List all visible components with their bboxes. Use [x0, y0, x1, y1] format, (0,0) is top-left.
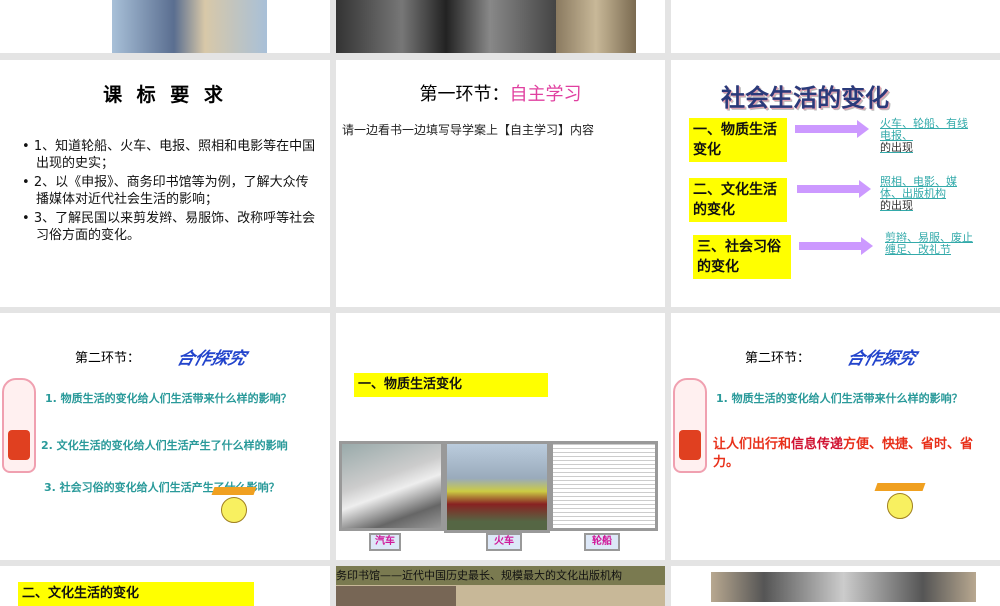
- ship-caption: 轮船: [584, 533, 620, 551]
- change-box: 二、文化生活的变化: [689, 178, 787, 222]
- slide-thumbnail-2[interactable]: [336, 0, 665, 53]
- slide-thumbnail-section2[interactable]: 第二环节： 合作探究 1. 物质生活的变化给人们生活带来什么样的影响？ 2. 文…: [0, 313, 330, 560]
- section-heading: 二、文化生活的变化: [18, 582, 254, 606]
- sheep-cartoon-icon: [673, 378, 707, 473]
- arrow-icon: [797, 180, 871, 198]
- slide-image: [336, 0, 556, 53]
- change-link[interactable]: 照相、电影、媒体、出版机构 的出现: [880, 176, 972, 212]
- slide-thumbnail-culture[interactable]: 二、文化生活的变化: [0, 566, 330, 606]
- slide-thumbnail-changes[interactable]: 社会生活的变化 一、物质生活变化 火车、轮船、有线电报、 的出现 二、文化生活的变…: [671, 60, 1000, 307]
- slide-thumbnail-3[interactable]: [671, 0, 1000, 53]
- arrow-icon: [795, 120, 869, 138]
- standard-item: • 3、了解民国以来剪发辫、易服饰、改称呼等社会习俗方面的变化。: [22, 211, 316, 243]
- wordart-title: 合作探究: [844, 349, 919, 369]
- slide-title: 社会生活的变化: [721, 84, 889, 112]
- sheep-cartoon-icon: [2, 378, 36, 473]
- change-link[interactable]: 火车、轮船、有线电报、 的出现: [880, 118, 972, 154]
- section-label: 第二环节：: [75, 351, 141, 366]
- arrow-icon: [799, 237, 873, 255]
- slide-thumbnail-press[interactable]: 务印书馆——近代中国历史最长、规模最大的文化出版机构: [336, 566, 665, 606]
- slide-image: [112, 0, 267, 53]
- question: 1. 物质生活的变化给人们生活带来什么样的影响？: [45, 392, 292, 405]
- change-link[interactable]: 剪辫、易服、废止缠足、改礼节: [885, 232, 977, 256]
- slide-image: [711, 572, 976, 602]
- slide-title: 课 标 要 求: [103, 84, 227, 106]
- slide-title: 第一环节：自主学习: [419, 84, 582, 105]
- question: 2. 文化生活的变化给人们生活产生了什么样的影响: [41, 439, 288, 452]
- slide-thumbnail-section1[interactable]: 第一环节：自主学习 请一边看书一边填写导学案上【自主学习】内容: [336, 60, 665, 307]
- slide-thumbnail-1[interactable]: [0, 0, 330, 53]
- standard-item: • 2、以《申报》、商务印书馆等为例，了解大众传播媒体对近代社会生活的影响；: [22, 175, 309, 207]
- standard-item: • 1、知道轮船、火车、电报、照相和电影等在中国出现的史实；: [22, 139, 316, 171]
- answer-text: 让人们出行和信息传递方便、快捷、省时、省力。: [713, 437, 974, 470]
- car-image: [339, 441, 444, 531]
- slide-thumbnail-standards[interactable]: 课 标 要 求 • 1、知道轮船、火车、电报、照相和电影等在中国出现的史实； •…: [0, 60, 330, 307]
- slide-thumbnail-answer[interactable]: 第二环节： 合作探究 1. 物质生活的变化给人们生活带来什么样的影响？ 让人们出…: [671, 313, 1000, 560]
- train-image: [444, 441, 550, 533]
- car-caption: 汽车: [369, 533, 401, 551]
- steamship-image: [550, 441, 658, 531]
- slide-thumbnail-photos[interactable]: [671, 566, 1000, 606]
- teacher-cartoon-icon: [211, 487, 257, 527]
- slide-image: [336, 586, 456, 606]
- section-label: 第二环节：: [745, 351, 811, 366]
- slide-image: [556, 0, 636, 53]
- instruction-text: 请一边看书一边填写导学案上【自主学习】内容: [342, 123, 595, 137]
- section-heading: 一、物质生活变化: [354, 373, 548, 397]
- slide-thumbnail-material[interactable]: 一、物质生活变化 汽车 火车 轮船: [336, 313, 665, 560]
- change-box: 一、物质生活变化: [689, 118, 787, 162]
- train-caption: 火车: [486, 533, 522, 551]
- teacher-cartoon-icon: [874, 483, 926, 525]
- change-box: 三、社会习俗的变化: [693, 235, 791, 279]
- banner-text: 务印书馆——近代中国历史最长、规模最大的文化出版机构: [336, 566, 665, 585]
- question: 1. 物质生活的变化给人们生活带来什么样的影响？: [716, 392, 963, 405]
- wordart-title: 合作探究: [174, 349, 249, 369]
